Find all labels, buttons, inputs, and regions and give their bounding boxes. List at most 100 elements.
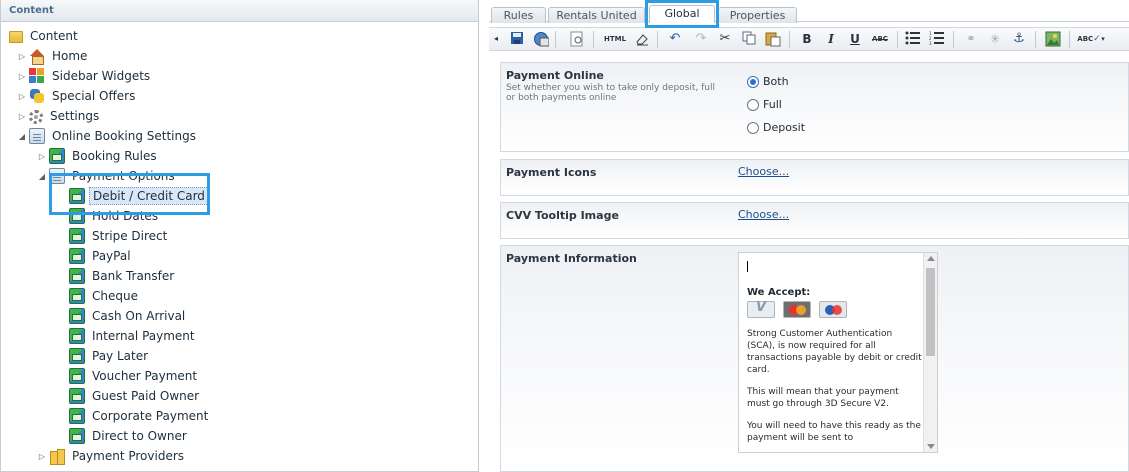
radio-deposit[interactable]: Deposit [747, 121, 805, 134]
spellcheck-icon[interactable]: ABC✓ [1077, 31, 1101, 47]
tree-node-corporate-payment[interactable]: Corporate Payment [57, 406, 211, 426]
text-caret [747, 261, 748, 272]
tree-node-home[interactable]: ▷ Home [17, 46, 90, 66]
mastercard-icon [783, 301, 811, 318]
tree-node-label: Internal Payment [92, 329, 195, 343]
scroll-down-icon[interactable] [927, 444, 935, 449]
tab-rules[interactable]: Rules [491, 7, 546, 23]
collapse-arrow-icon[interactable]: ◢ [37, 172, 47, 181]
tree-node-label: Voucher Payment [92, 369, 198, 383]
tree-node-label: Bank Transfer [92, 269, 175, 283]
expand-arrow-icon[interactable]: ▷ [17, 52, 27, 61]
tab-bar: Rules Rentals United Global Properties [489, 0, 1129, 23]
tree-node-cheque[interactable]: Cheque [57, 286, 141, 306]
payment-online-row: Payment Online Set whether you wish to t… [500, 62, 1129, 152]
content-panel-header: Content [1, 0, 478, 22]
expand-arrow-icon[interactable]: ▷ [17, 112, 27, 121]
anchor-icon[interactable]: ⚓ [1011, 31, 1027, 47]
tree-node-voucher-payment[interactable]: Voucher Payment [57, 366, 200, 386]
copy-icon[interactable] [741, 31, 757, 47]
tree-node-stripe-direct[interactable]: Stripe Direct [57, 226, 170, 246]
svg-text:3: 3 [929, 41, 932, 45]
payment-icons-label: Payment Icons [506, 166, 597, 179]
collapse-arrow-icon[interactable]: ◢ [17, 132, 27, 141]
bulleted-list-icon[interactable] [905, 31, 921, 47]
tree-node-payment-providers[interactable]: ▷ Payment Providers [37, 446, 187, 466]
tree-node-guest-paid-owner[interactable]: Guest Paid Owner [57, 386, 202, 406]
tree-node-label: Cash On Arrival [92, 309, 186, 323]
collapse-icon[interactable]: ◂ [491, 31, 501, 47]
unlink-icon[interactable]: ✳ [987, 31, 1003, 47]
tree-node-label: Booking Rules [72, 149, 157, 163]
tree-node-label: Sidebar Widgets [52, 69, 151, 83]
tree-node-booking-rules[interactable]: ▷ Booking Rules [37, 146, 160, 166]
card-icon [69, 288, 85, 304]
scroll-up-icon[interactable] [927, 256, 935, 261]
expand-arrow-icon[interactable]: ▷ [17, 72, 27, 81]
redo-icon[interactable]: ↷ [693, 31, 709, 47]
spellcheck-label: ABC [1077, 35, 1094, 43]
radio-button-icon[interactable] [747, 98, 759, 111]
italic-icon[interactable]: I [823, 31, 839, 47]
html-icon[interactable]: HTML [603, 31, 627, 47]
tree-node-paypal[interactable]: PayPal [57, 246, 134, 266]
preview-icon[interactable] [569, 31, 585, 47]
tree-node-label: Corporate Payment [92, 409, 209, 423]
radio-full-label: Full [763, 98, 782, 111]
tree-node-settings[interactable]: ▷ Settings [17, 106, 102, 126]
strikethrough-icon[interactable]: ABC [869, 31, 891, 47]
tree-node-pay-later[interactable]: Pay Later [57, 346, 151, 366]
payment-information-editor[interactable]: We Accept: Strong Customer Authenticatio… [738, 252, 938, 453]
tree-node-cash-on-arrival[interactable]: Cash On Arrival [57, 306, 188, 326]
tab-properties[interactable]: Properties [718, 7, 797, 23]
editor-scrollbar[interactable] [923, 253, 937, 452]
payment-icons-choose-link[interactable]: Choose... [738, 165, 789, 178]
spellcheck-dropdown-icon[interactable]: ▾ [1099, 31, 1107, 47]
radio-both[interactable]: Both [747, 75, 789, 88]
radio-button-icon[interactable] [747, 121, 759, 134]
accepted-cards [747, 301, 923, 318]
ready-paragraph: You will need to have this ready as the … [747, 421, 921, 443]
tree-node-online-booking-settings[interactable]: ◢ Online Booking Settings [17, 126, 199, 146]
tree-node-sidebar-widgets[interactable]: ▷ Sidebar Widgets [17, 66, 153, 86]
editor-content[interactable]: We Accept: Strong Customer Authenticatio… [747, 261, 923, 452]
save-icon[interactable] [509, 31, 525, 47]
eraser-icon[interactable] [634, 31, 650, 47]
tree-node-bank-transfer[interactable]: Bank Transfer [57, 266, 177, 286]
visa-card-icon [747, 301, 775, 318]
tree-node-label: Cheque [92, 289, 138, 303]
radio-button-icon[interactable] [747, 75, 759, 88]
tree-node-internal-payment[interactable]: Internal Payment [57, 326, 198, 346]
expand-arrow-icon[interactable]: ▷ [37, 152, 47, 161]
scroll-thumb[interactable] [926, 268, 935, 356]
gear-icon [29, 109, 43, 124]
expand-arrow-icon[interactable]: ▷ [17, 92, 27, 101]
undo-icon[interactable]: ↶ [667, 31, 683, 47]
image-icon[interactable] [1045, 31, 1061, 47]
payment-icons-row: Payment Icons Choose... [500, 159, 1129, 196]
card-icon [69, 388, 85, 404]
tree-node-label: PayPal [92, 249, 131, 263]
tree-node-special-offers[interactable]: ▷ Special Offers [17, 86, 138, 106]
card-icon [69, 228, 85, 244]
paste-icon[interactable] [765, 31, 781, 47]
cvv-tooltip-choose-link[interactable]: Choose... [738, 208, 789, 221]
maestro-icon [819, 301, 847, 318]
spellcheck-globe-icon[interactable] [533, 31, 550, 47]
tree-node-label: Direct to Owner [92, 429, 187, 443]
cut-icon[interactable]: ✂ [717, 31, 733, 47]
card-icon [69, 368, 85, 384]
link-icon[interactable]: ⚭ [963, 31, 979, 47]
radio-full[interactable]: Full [747, 98, 782, 111]
card-icon [69, 348, 85, 364]
tree-node-label: Home [52, 49, 88, 63]
bold-icon[interactable]: B [799, 31, 815, 47]
tree-node-content[interactable]: Content [7, 26, 81, 46]
underline-icon[interactable]: U [847, 31, 863, 47]
tree-node-label: Settings [50, 109, 100, 123]
expand-arrow-icon[interactable]: ▷ [37, 452, 47, 461]
tab-rentals-united[interactable]: Rentals United [548, 7, 645, 23]
numbered-list-icon[interactable]: 123 [929, 31, 945, 47]
folder-icon [9, 31, 23, 43]
tree-node-direct-to-owner[interactable]: Direct to Owner [57, 426, 190, 446]
